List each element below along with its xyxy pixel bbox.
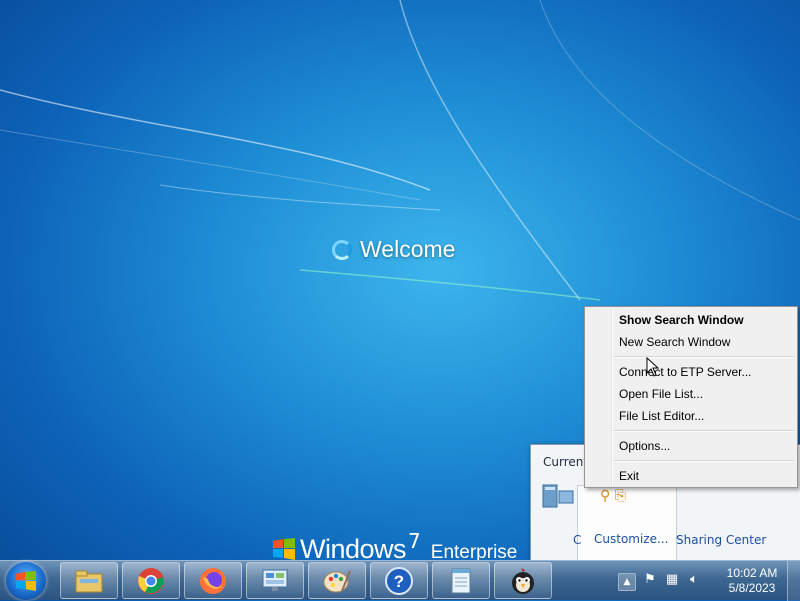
brand-edition: Enterprise — [430, 542, 518, 560]
paint-palette-icon — [323, 570, 351, 592]
angry-bird-icon — [512, 567, 534, 594]
menu-separator — [613, 430, 795, 432]
welcome-text: Welcome — [360, 236, 456, 262]
help-icon: ? — [385, 566, 413, 595]
menu-item-options[interactable]: Options... — [619, 436, 670, 456]
volume-icon[interactable]: 🔈︎ — [686, 572, 702, 588]
menu-item-new-search-window[interactable]: New Search Window — [619, 332, 730, 352]
menu-item-exit[interactable]: Exit — [619, 466, 639, 486]
windows-flag-icon — [273, 538, 295, 560]
notepad-icon — [451, 568, 471, 593]
svg-text:?: ? — [394, 572, 404, 591]
busy-spinner-icon — [332, 239, 352, 260]
notification-area: ▲ ⚑ ▦ 🔈︎ 10:02 AM 5/8/2023 — [612, 561, 800, 601]
menu-gutter — [611, 309, 613, 485]
taskbar-explorer-button[interactable] — [60, 562, 118, 599]
chrome-icon — [138, 567, 164, 594]
windows-flag-icon — [16, 571, 36, 591]
menu-item-file-list-editor[interactable]: File List Editor... — [619, 406, 704, 426]
folder-icon — [75, 570, 103, 592]
customize-panel: ⚲ ⎘ Customize... — [577, 485, 677, 563]
action-center-icon[interactable]: ⚑ — [642, 572, 658, 588]
start-button[interactable] — [6, 562, 46, 600]
clock[interactable]: 10:02 AM 5/8/2023 — [722, 566, 782, 596]
menu-separator — [613, 356, 795, 358]
taskbar-control-panel-button[interactable] — [246, 562, 304, 599]
brand-version: 7 — [408, 529, 421, 553]
firefox-icon — [200, 567, 226, 594]
clock-date: 5/8/2023 — [728, 581, 776, 595]
menu-item-open-file-list[interactable]: Open File List... — [619, 384, 703, 404]
mouse-cursor-icon — [646, 357, 660, 377]
welcome-message: Welcome — [332, 236, 455, 263]
taskbar-angry-bird-button[interactable] — [494, 562, 552, 599]
network-computer-icon — [542, 484, 574, 508]
popup-header: Current — [543, 455, 589, 469]
context-menu: Show Search Window New Search Window Con… — [584, 306, 798, 488]
control-panel-icon — [262, 569, 288, 591]
search-icon: ⚲ ⎘ — [600, 488, 626, 504]
menu-item-show-search-window[interactable]: Show Search Window — [619, 310, 744, 330]
taskbar: ? ▲ ⚑ ▦ 🔈︎ 10:02 AM 5/8/2023 — [0, 560, 800, 601]
network-icon[interactable]: ▦ — [664, 572, 680, 588]
brand-name: Windows — [300, 534, 407, 560]
sharing-center-link[interactable]: Sharing Center — [676, 533, 766, 547]
show-desktop-button[interactable] — [787, 561, 800, 601]
clock-time: 10:02 AM — [726, 566, 778, 580]
taskbar-help-button[interactable]: ? — [370, 562, 428, 599]
windows-brand-logo: Windows 7 Enterprise — [272, 529, 518, 560]
taskbar-notepad-button[interactable] — [432, 562, 490, 599]
taskbar-firefox-button[interactable] — [184, 562, 242, 599]
customize-link[interactable]: Customize... — [594, 532, 668, 546]
show-hidden-icons-button[interactable]: ▲ — [618, 573, 636, 591]
menu-separator — [613, 460, 795, 462]
taskbar-paint-button[interactable] — [308, 562, 366, 599]
taskbar-chrome-button[interactable] — [122, 562, 180, 599]
menu-item-connect-etp[interactable]: Connect to ETP Server... — [619, 362, 752, 382]
popup-link-fragment[interactable]: C — [573, 533, 581, 547]
